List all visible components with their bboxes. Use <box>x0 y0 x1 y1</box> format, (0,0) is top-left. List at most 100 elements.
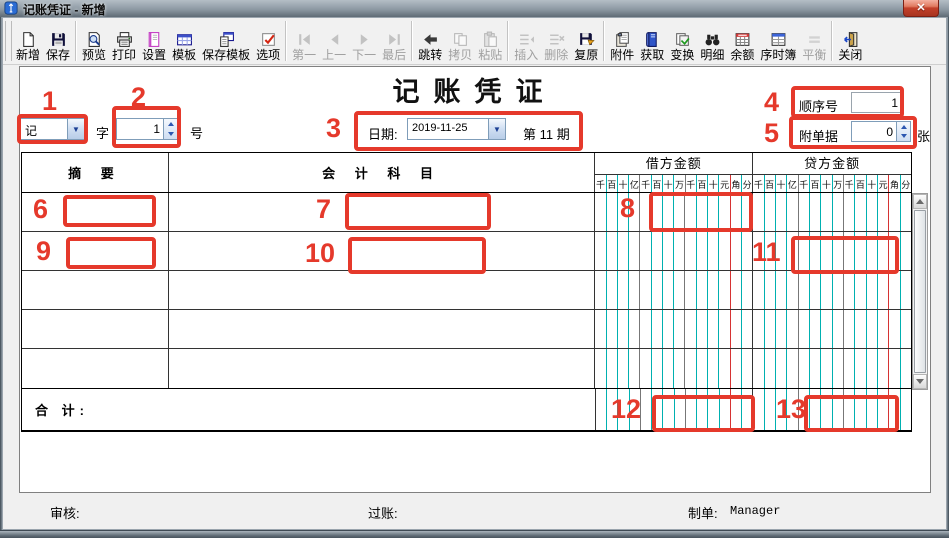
digit-header-cell: 百 <box>697 175 709 192</box>
toolbar-button-label: 保存 <box>46 48 71 62</box>
toolbar-button-print-preview[interactable]: 预览 <box>79 18 109 64</box>
toolbar-button-restore[interactable]: 复原 <box>571 18 601 64</box>
toolbar-button-close-door[interactable]: 关闭 <box>835 18 865 64</box>
toolbar-button-jump-arrow[interactable]: 跳转 <box>415 18 445 64</box>
digit-cell <box>663 271 675 309</box>
toolbar-button-label: 预览 <box>82 48 107 62</box>
digit-header-cell: 百 <box>855 175 867 192</box>
debit-amount-cell[interactable] <box>595 232 754 270</box>
summary-cell[interactable] <box>22 232 169 270</box>
subject-cell[interactable] <box>169 349 596 388</box>
digit-cell <box>663 232 675 270</box>
spinner-down-icon[interactable] <box>900 134 907 139</box>
page-setup-icon <box>145 30 163 48</box>
digit-header-cell: 亿 <box>787 175 799 192</box>
vertical-scrollbar[interactable] <box>912 193 928 390</box>
digit-cell <box>697 310 709 348</box>
toolbar-button-delete-row: 删除 <box>541 18 571 64</box>
digit-cell <box>901 349 911 388</box>
table-row <box>22 232 911 271</box>
close-button[interactable]: ✕ <box>903 0 939 17</box>
period-label: 第 11 期 <box>523 127 570 142</box>
digit-cell <box>765 389 777 430</box>
spinner-up-icon[interactable] <box>900 124 907 129</box>
summary-cell[interactable] <box>22 271 169 309</box>
close-icon: ✕ <box>916 1 926 14</box>
debit-amount-cell[interactable] <box>595 193 754 231</box>
digit-cell <box>742 349 752 388</box>
digit-cell <box>776 232 788 270</box>
toolbar-button-new-document[interactable]: 新增 <box>13 18 43 64</box>
chevron-down-icon[interactable]: ▼ <box>488 119 505 139</box>
summary-cell[interactable] <box>22 349 169 388</box>
debit-amount-cell[interactable] <box>595 271 754 309</box>
toolbar-button-label: 关闭 <box>838 48 863 62</box>
digit-cell <box>652 310 663 348</box>
toolbar-button-save[interactable]: 保存 <box>43 18 73 64</box>
toolbar-button-save-template[interactable]: 保存模板 <box>199 18 253 64</box>
digit-cell <box>833 193 844 231</box>
toolbar-button-balance-table[interactable]: 余额 <box>727 18 757 64</box>
toolbar-button-label: 跳转 <box>418 48 443 62</box>
balance-table-icon <box>733 30 751 48</box>
digit-cell <box>810 389 822 430</box>
toolbar-button-options-check[interactable]: 选项 <box>253 18 283 64</box>
digit-header-cell: 十 <box>708 175 720 192</box>
toolbar-button-label: 获取 <box>640 48 665 62</box>
digit-cell <box>652 271 663 309</box>
toolbar-button-transform[interactable]: 变换 <box>667 18 697 64</box>
toolbar-button-fetch-book[interactable]: 获取 <box>637 18 667 64</box>
credit-amount-cell[interactable] <box>753 349 911 388</box>
sequence-value: 1 <box>891 95 898 110</box>
chevron-down-icon[interactable]: ▼ <box>67 119 84 139</box>
spinner-down-icon[interactable] <box>167 132 174 136</box>
credit-amount-cell[interactable] <box>753 271 911 309</box>
toolbar-button-label: 下一 <box>352 48 377 62</box>
toolbar-button-journal-window[interactable]: 序时簿 <box>757 18 799 64</box>
debit-amount-cell[interactable] <box>595 349 754 388</box>
subject-cell[interactable] <box>169 271 596 309</box>
digit-cell <box>618 193 630 231</box>
digit-header-cell: 十 <box>776 175 788 192</box>
table-body <box>22 193 911 388</box>
voucher-number-spinner[interactable]: 1 <box>116 118 178 140</box>
spinner-buttons[interactable] <box>163 119 177 139</box>
toolbar-button-detail-binoculars[interactable]: 明细 <box>697 18 727 64</box>
toolbar-gripper[interactable] <box>5 21 12 61</box>
digit-cell <box>595 232 607 270</box>
template-icon <box>175 30 193 48</box>
digit-cell <box>742 389 752 430</box>
toolbar-button-attachment[interactable]: 附件 <box>607 18 637 64</box>
spinner-up-icon[interactable] <box>167 122 174 126</box>
digit-cell <box>731 271 742 309</box>
toolbar-button-template[interactable]: 模板 <box>169 18 199 64</box>
subject-cell[interactable] <box>169 232 596 270</box>
subject-cell[interactable] <box>169 193 596 231</box>
toolbar-button-printer[interactable]: 打印 <box>109 18 139 64</box>
sequence-input[interactable]: 1 <box>851 92 903 113</box>
scroll-down-button[interactable] <box>913 374 927 389</box>
summary-cell[interactable] <box>22 310 169 348</box>
toolbar-button-balance-equal: 平衡 <box>799 18 829 64</box>
spinner-buttons[interactable] <box>896 122 910 141</box>
table-row <box>22 271 911 310</box>
digit-cell <box>787 389 799 430</box>
scroll-up-button[interactable] <box>913 194 927 209</box>
digit-cell <box>731 389 743 430</box>
table-header-row: 摘 要 会 计 科 目 借方金额 千百十亿千百十万千百十元角分 贷方金额 千百十… <box>22 153 911 193</box>
credit-amount-cell[interactable] <box>753 310 911 348</box>
date-select[interactable]: 2019-11-25 ▼ <box>407 118 506 140</box>
subject-cell[interactable] <box>169 310 596 348</box>
titlebar[interactable]: 记账凭证 - 新增 ✕ <box>0 0 949 17</box>
digit-cell <box>867 193 878 231</box>
toolbar-button-page-setup[interactable]: 设置 <box>139 18 169 64</box>
voucher-word-select[interactable]: 记 ▼ <box>20 118 85 140</box>
scrollbar-thumb[interactable] <box>914 210 926 373</box>
summary-cell[interactable] <box>22 193 169 231</box>
digit-cell <box>663 310 675 348</box>
attachments-spinner[interactable]: 0 <box>851 121 911 142</box>
toolbar-button-copy: 拷贝 <box>445 18 475 64</box>
credit-amount-cell[interactable] <box>753 193 911 231</box>
credit-amount-cell[interactable] <box>753 232 911 270</box>
debit-amount-cell[interactable] <box>595 310 754 348</box>
